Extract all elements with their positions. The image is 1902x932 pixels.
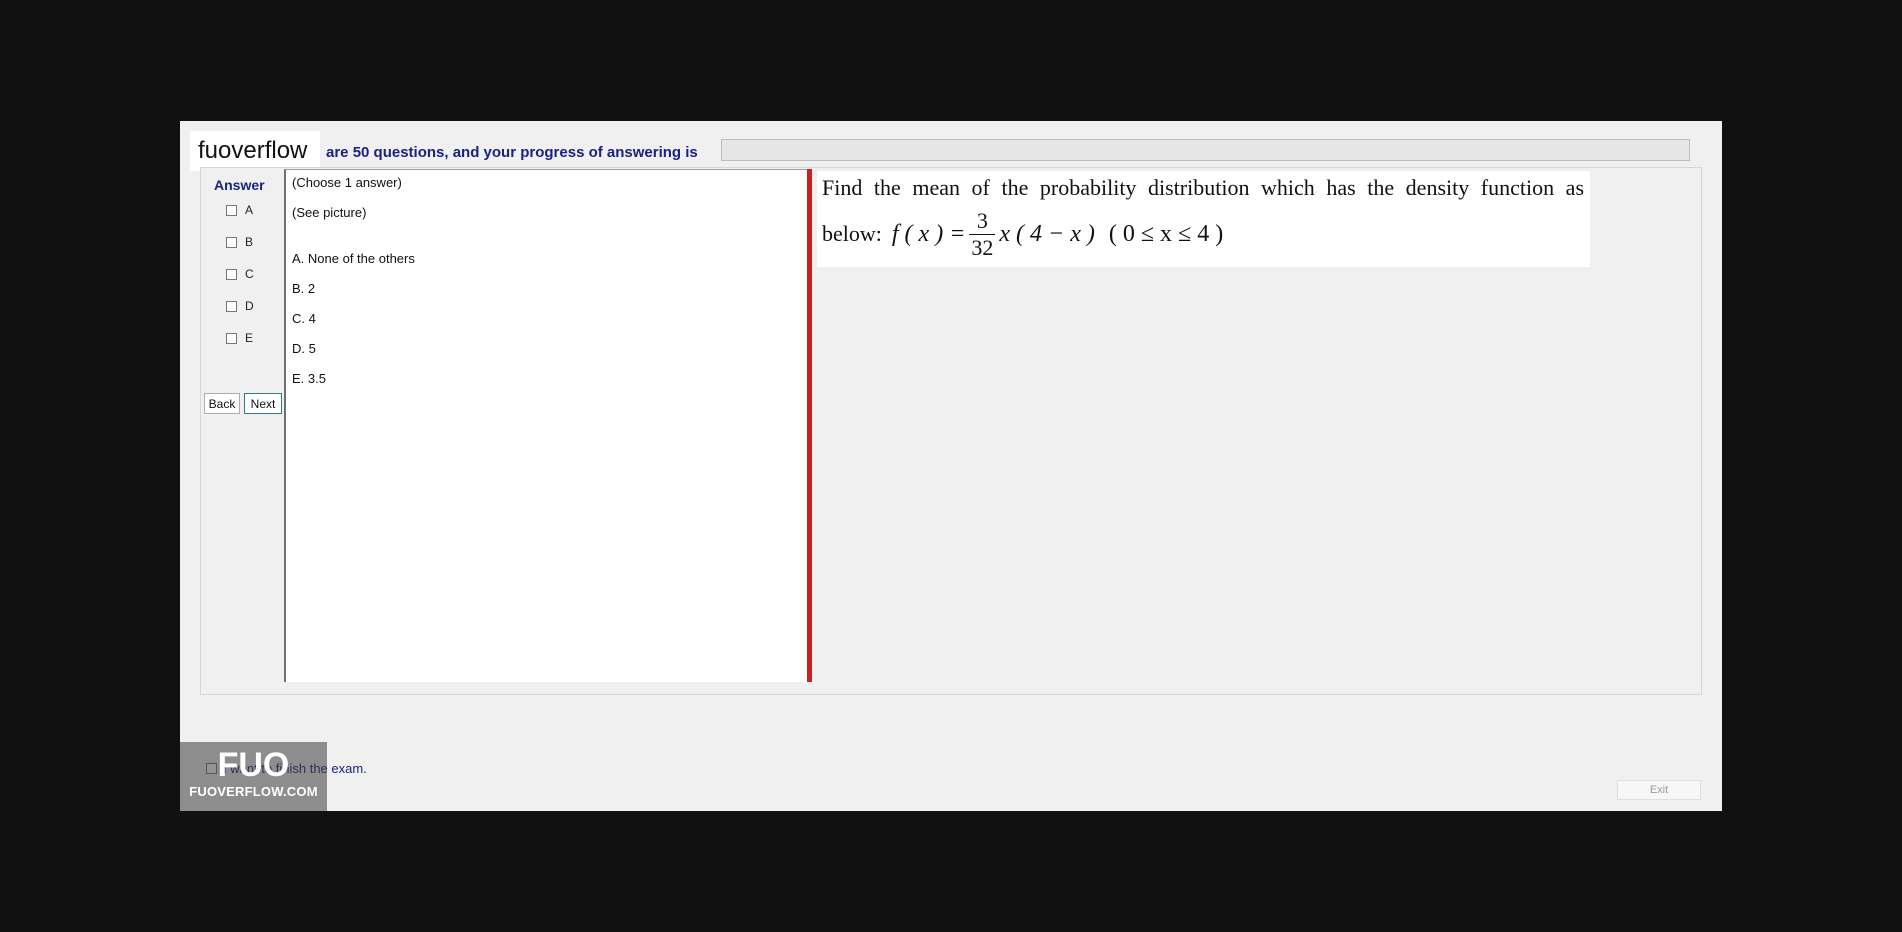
option-label-b: B	[245, 235, 254, 249]
answer-option-b[interactable]: B	[226, 233, 253, 251]
watermark-logo: FUO FUOVERFLOW.COM	[180, 742, 327, 811]
answer-option-c[interactable]: C	[226, 265, 254, 283]
option-label-e: E	[245, 331, 254, 345]
answer-option-d[interactable]: D	[226, 297, 254, 315]
answer-option-a[interactable]: A	[226, 201, 253, 219]
option-label-a: A	[245, 203, 254, 217]
formula-prefix: below:	[822, 221, 882, 246]
back-button[interactable]: Back	[204, 393, 240, 414]
see-picture-note: (See picture)	[292, 205, 367, 220]
choice-d: D. 5	[292, 341, 316, 356]
formula-denominator: 32	[971, 234, 994, 260]
next-button[interactable]: Next	[244, 393, 282, 414]
checkbox-e[interactable]	[226, 332, 237, 344]
formula-fraction: 3 32	[969, 207, 996, 261]
question-text: Find the mean of the probability distrib…	[822, 175, 1584, 200]
logo-mark: FUO	[217, 746, 290, 784]
checkbox-a[interactable]	[226, 204, 237, 216]
checkbox-d[interactable]	[226, 300, 237, 312]
choice-a: A. None of the others	[292, 251, 415, 266]
choices-panel: (Choose 1 answer) (See picture) A. None …	[284, 169, 808, 682]
answer-heading: Answer	[214, 177, 265, 193]
panel-splitter[interactable]	[807, 169, 812, 682]
question-formula: below: f ( x ) = 3 32 x ( 4 − x ) ( 0 ≤ …	[822, 205, 1223, 263]
checkbox-c[interactable]	[226, 268, 237, 280]
brand-label: fuoverflow	[190, 131, 320, 171]
checkbox-b[interactable]	[226, 236, 237, 248]
answer-option-e[interactable]: E	[226, 329, 253, 347]
choose-instruction: (Choose 1 answer)	[292, 175, 402, 190]
option-label-d: D	[245, 299, 254, 313]
question-panel: Find the mean of the probability distrib…	[817, 171, 1590, 267]
logo-text: FUOVERFLOW.COM	[189, 784, 318, 799]
formula-domain: ( 0 ≤ x ≤ 4 )	[1108, 220, 1224, 247]
exam-window: fuoverflow are 50 questions, and your pr…	[180, 121, 1722, 811]
progress-label: are 50 questions, and your progress of a…	[326, 144, 698, 161]
exit-button[interactable]: Exit	[1617, 780, 1701, 800]
choice-e: E. 3.5	[292, 371, 326, 386]
choice-c: C. 4	[292, 311, 316, 326]
formula-rhs: x ( 4 − x )	[999, 220, 1095, 247]
formula-lhs: f ( x ) =	[891, 220, 966, 247]
choice-b: B. 2	[292, 281, 316, 296]
progress-bar	[721, 139, 1690, 161]
formula-numerator: 3	[976, 207, 988, 233]
option-label-c: C	[245, 267, 254, 281]
